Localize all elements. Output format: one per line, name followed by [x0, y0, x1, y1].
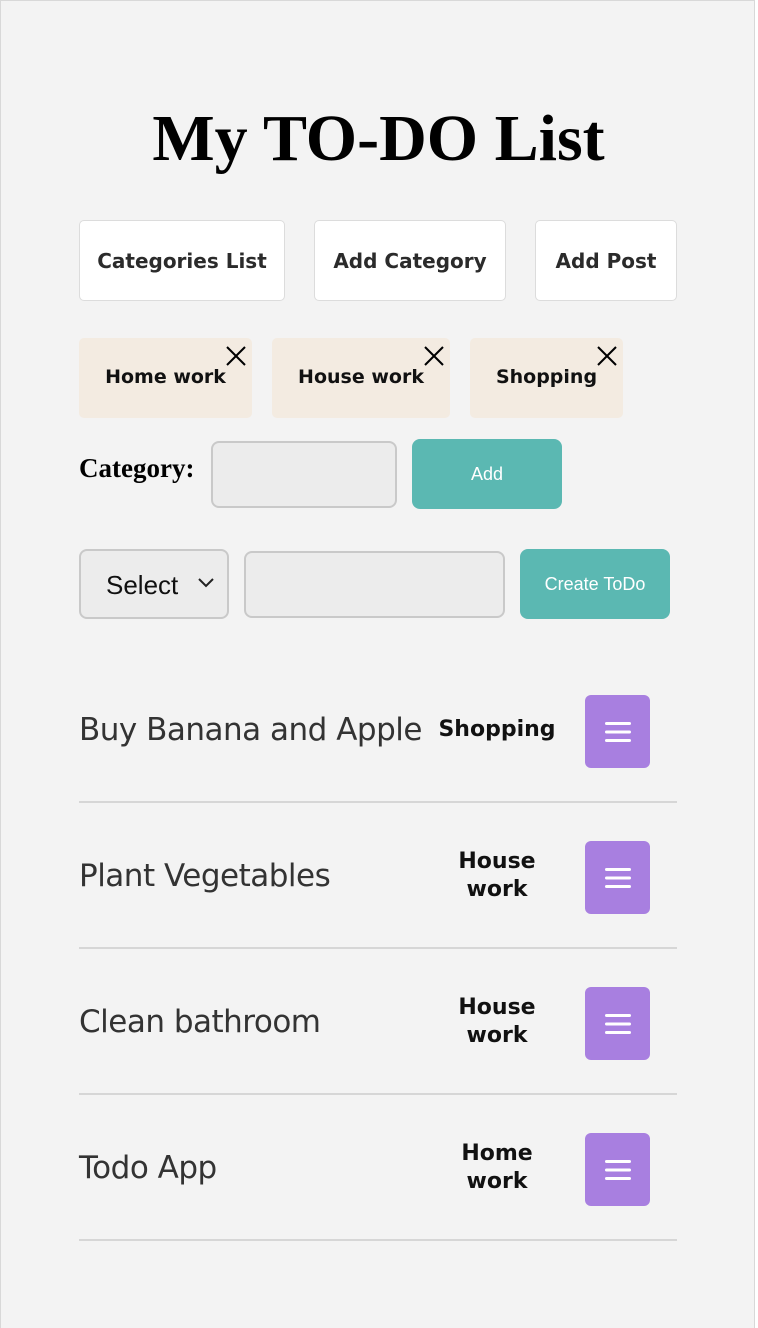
close-icon[interactable]	[595, 344, 619, 368]
todo-row: Buy Banana and Apple Shopping	[79, 657, 677, 803]
todo-menu-button[interactable]	[585, 695, 650, 768]
category-select-value: Select	[106, 570, 179, 600]
todo-title: Plant Vegetables	[79, 858, 331, 894]
add-category-submit-button[interactable]: Add	[412, 439, 562, 509]
category-input[interactable]	[211, 441, 397, 508]
add-category-button[interactable]: Add Category	[314, 220, 506, 301]
todo-title: Todo App	[79, 1150, 217, 1186]
category-select[interactable]: Select	[79, 549, 229, 619]
todo-category: Shopping	[438, 717, 556, 742]
todo-category: Home work	[461, 1141, 533, 1194]
close-icon[interactable]	[224, 344, 248, 368]
close-icon[interactable]	[422, 344, 446, 368]
todo-title: Clean bathroom	[79, 1004, 321, 1040]
todo-input[interactable]	[244, 551, 505, 618]
category-chip-home-work: Home work	[79, 338, 252, 418]
category-chip-label: Home work	[105, 366, 226, 388]
todo-menu-button[interactable]	[585, 987, 650, 1060]
category-chip-label: House work	[298, 366, 424, 388]
page-title: My TO-DO List	[152, 102, 605, 175]
menu-icon	[604, 1159, 631, 1180]
chevron-down-icon	[198, 578, 214, 588]
categories-list-button[interactable]: Categories List	[79, 220, 285, 301]
todo-row: Todo App Home work	[79, 1095, 677, 1241]
todo-title: Buy Banana and Apple	[79, 712, 422, 748]
todo-menu-button[interactable]	[585, 841, 650, 914]
category-label: Category:	[79, 453, 195, 483]
add-post-button[interactable]: Add Post	[535, 220, 677, 301]
todo-menu-button[interactable]	[585, 1133, 650, 1206]
todo-row: Plant Vegetables House work	[79, 803, 677, 949]
menu-icon	[604, 721, 631, 742]
menu-icon	[604, 1013, 631, 1034]
create-todo-button[interactable]: Create ToDo	[520, 549, 670, 619]
todo-category: House work	[458, 995, 536, 1048]
todo-row: Clean bathroom House work	[79, 949, 677, 1095]
todo-category: House work	[458, 849, 536, 902]
category-chip-house-work: House work	[272, 338, 450, 418]
menu-icon	[604, 867, 631, 888]
category-chip-shopping: Shopping	[470, 338, 623, 418]
app-container: My TO-DO List Categories List Add Catego…	[0, 0, 755, 1328]
category-chip-label: Shopping	[495, 366, 598, 388]
